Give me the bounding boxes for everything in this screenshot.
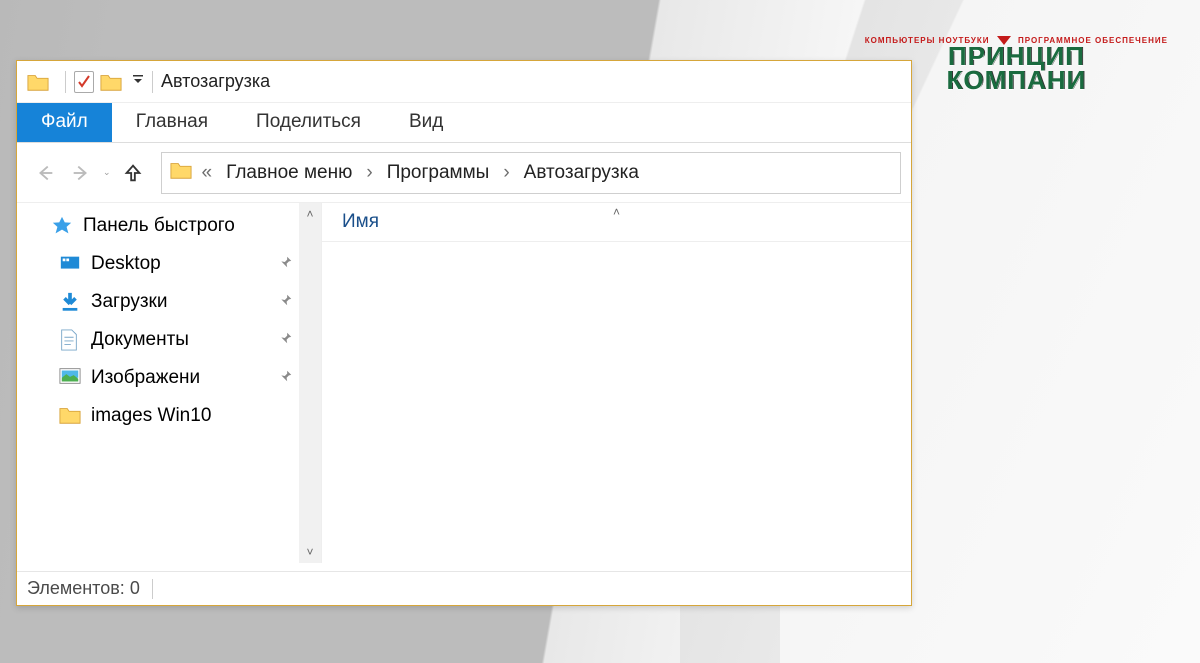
folder-icon: [170, 160, 192, 186]
qat-dropdown-icon[interactable]: [132, 74, 144, 89]
history-dropdown-icon[interactable]: ⌄: [103, 167, 111, 178]
scroll-down-icon[interactable]: ˅: [299, 541, 321, 563]
column-label: Имя: [342, 211, 379, 233]
sidebar-label: Изображени: [91, 367, 200, 389]
breadcrumb-item[interactable]: Главное меню: [222, 160, 356, 186]
sidebar-scrollbar[interactable]: ˄ ˅: [299, 203, 321, 563]
breadcrumb-overflow[interactable]: «: [202, 162, 213, 184]
nav-back-button[interactable]: [27, 155, 63, 191]
breadcrumb-item[interactable]: Программы: [383, 160, 494, 186]
scroll-up-icon[interactable]: ˄: [299, 203, 321, 225]
sidebar-item-documents[interactable]: Документы: [17, 321, 321, 359]
address-bar[interactable]: « Главное меню › Программы › Автозагрузк…: [161, 152, 901, 194]
ribbon-tabs: Файл Главная Поделиться Вид: [17, 103, 911, 143]
pin-icon[interactable]: [279, 253, 293, 275]
sidebar-item-pictures[interactable]: Изображени: [17, 359, 321, 397]
separator: [152, 71, 153, 93]
pin-icon[interactable]: [279, 291, 293, 313]
tab-share[interactable]: Поделиться: [232, 103, 385, 142]
sidebar: Панель быстрого Desktop Загрузки: [17, 203, 322, 563]
sidebar-label: images Win10: [91, 405, 211, 427]
download-icon: [59, 291, 81, 313]
title-bar[interactable]: Автозагрузка: [17, 61, 911, 103]
tab-file[interactable]: Файл: [17, 103, 112, 142]
desktop-icon: [59, 253, 81, 275]
tab-home[interactable]: Главная: [112, 103, 232, 142]
chevron-right-icon: ›: [366, 162, 372, 184]
sidebar-label: Загрузки: [91, 291, 167, 313]
breadcrumb-item[interactable]: Автозагрузка: [520, 160, 643, 186]
folder-icon[interactable]: [100, 72, 122, 92]
separator: [152, 579, 153, 599]
sidebar-item-downloads[interactable]: Загрузки: [17, 283, 321, 321]
sidebar-label: Документы: [91, 329, 189, 351]
sidebar-label: Desktop: [91, 253, 161, 275]
picture-icon: [59, 367, 81, 389]
sidebar-item-desktop[interactable]: Desktop: [17, 245, 321, 283]
status-label: Элементов:: [27, 578, 125, 599]
nav-forward-button[interactable]: [63, 155, 99, 191]
chevron-right-icon: ›: [503, 162, 509, 184]
file-list[interactable]: ˄ Имя: [322, 203, 911, 563]
status-bar: Элементов: 0: [17, 571, 911, 605]
properties-icon[interactable]: [74, 71, 94, 93]
folder-icon: [27, 72, 49, 92]
explorer-window: Автозагрузка Файл Главная Поделиться Вид…: [16, 60, 912, 606]
sidebar-item-folder[interactable]: images Win10: [17, 397, 321, 435]
tab-view[interactable]: Вид: [385, 103, 467, 142]
folder-icon: [59, 405, 81, 427]
separator: [65, 71, 66, 93]
nav-up-button[interactable]: [115, 155, 151, 191]
pin-icon[interactable]: [279, 367, 293, 389]
pin-icon[interactable]: [279, 329, 293, 351]
sidebar-quick-access[interactable]: Панель быстрого: [17, 207, 321, 245]
sort-indicator-icon[interactable]: ˄: [613, 205, 620, 219]
sidebar-label: Панель быстрого: [83, 215, 235, 237]
document-icon: [59, 329, 81, 351]
window-title: Автозагрузка: [161, 71, 270, 92]
status-count: 0: [130, 578, 140, 599]
star-pin-icon: [51, 215, 73, 237]
nav-bar: ⌄ « Главное меню › Программы › Автозагру…: [17, 143, 911, 203]
